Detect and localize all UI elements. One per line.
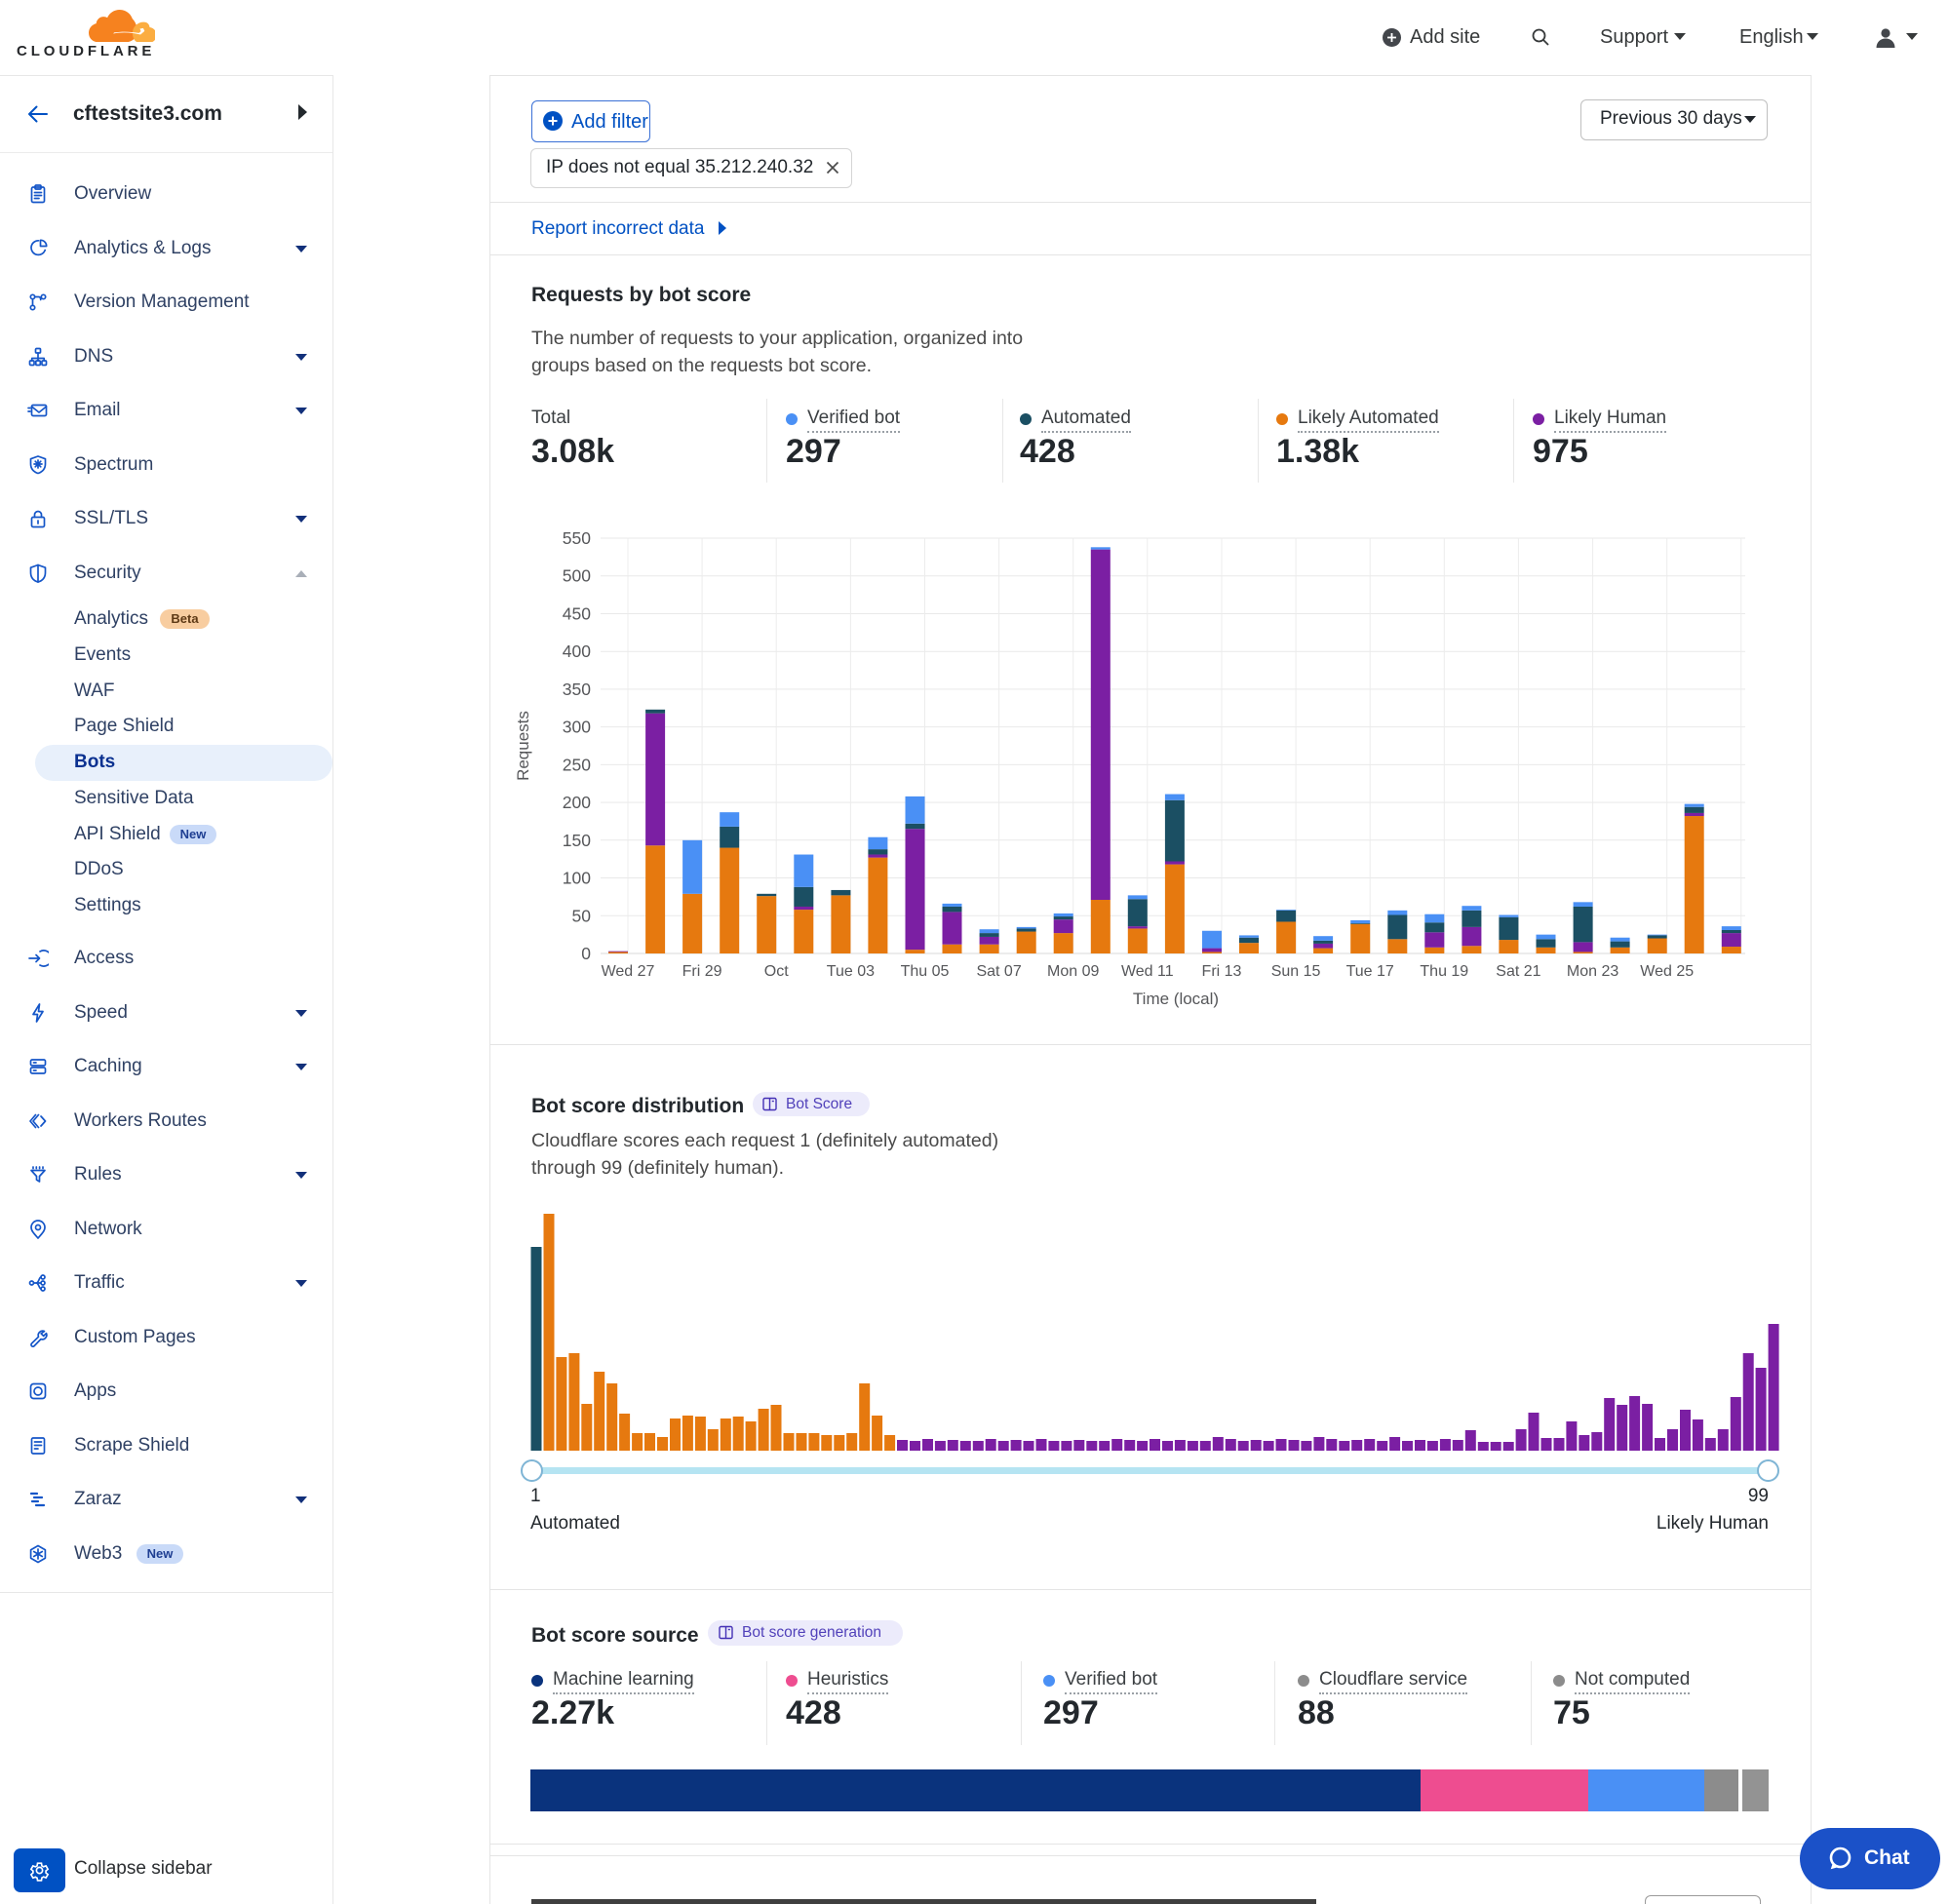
svg-text:Thu 19: Thu 19 bbox=[1420, 963, 1468, 980]
svg-text:Requests: Requests bbox=[514, 711, 532, 781]
svg-text:550: 550 bbox=[563, 528, 591, 548]
svg-text:0: 0 bbox=[581, 944, 591, 963]
svg-text:Tue 17: Tue 17 bbox=[1346, 963, 1394, 980]
svg-text:Fri 29: Fri 29 bbox=[682, 963, 722, 980]
svg-text:200: 200 bbox=[563, 793, 591, 812]
svg-text:150: 150 bbox=[563, 831, 591, 850]
svg-text:500: 500 bbox=[563, 566, 591, 586]
svg-text:250: 250 bbox=[563, 755, 591, 774]
svg-text:Fri 13: Fri 13 bbox=[1202, 963, 1242, 980]
svg-text:400: 400 bbox=[563, 641, 591, 661]
svg-text:Tue 03: Tue 03 bbox=[827, 963, 875, 980]
svg-text:350: 350 bbox=[563, 680, 591, 699]
svg-text:Mon 09: Mon 09 bbox=[1047, 963, 1099, 980]
svg-text:300: 300 bbox=[563, 718, 591, 737]
svg-text:Sat 21: Sat 21 bbox=[1496, 963, 1540, 980]
svg-text:Thu 05: Thu 05 bbox=[901, 963, 950, 980]
svg-text:Time (local): Time (local) bbox=[1133, 990, 1219, 1008]
svg-text:50: 50 bbox=[572, 906, 592, 925]
svg-text:100: 100 bbox=[563, 869, 591, 888]
svg-text:Wed 27: Wed 27 bbox=[602, 963, 655, 980]
svg-text:Oct: Oct bbox=[764, 963, 789, 980]
svg-text:Mon 23: Mon 23 bbox=[1567, 963, 1618, 980]
svg-text:Sun 15: Sun 15 bbox=[1271, 963, 1321, 980]
svg-text:Sat 07: Sat 07 bbox=[976, 963, 1021, 980]
svg-text:450: 450 bbox=[563, 604, 591, 624]
svg-text:Wed 11: Wed 11 bbox=[1121, 963, 1174, 980]
svg-text:Wed 25: Wed 25 bbox=[1640, 963, 1694, 980]
